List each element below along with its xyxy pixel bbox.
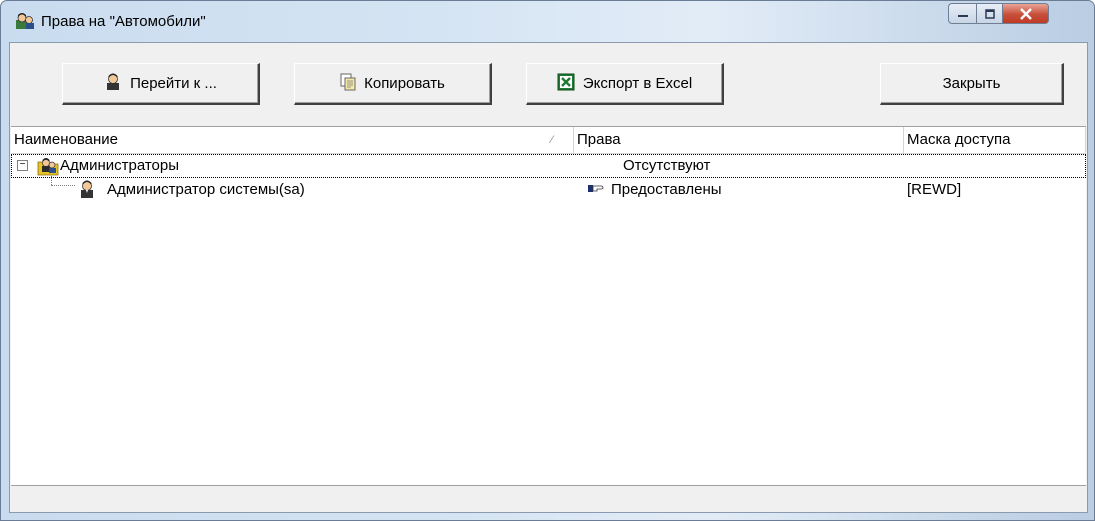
window-title: Права на "Автомобили" xyxy=(41,13,206,30)
row-name: Администратор системы(sa) xyxy=(107,181,305,198)
rights-table[interactable]: Наименование ⁄ Права Маска доступа − Адм… xyxy=(11,126,1086,485)
maximize-button[interactable] xyxy=(976,3,1003,24)
toolbar: Перейти к ... Копировать Экспорт в Excel… xyxy=(10,43,1087,125)
sort-indicator-icon: ⁄ xyxy=(551,134,553,146)
copy-button[interactable]: Копировать xyxy=(294,63,492,105)
maximize-icon xyxy=(977,4,1002,23)
close-button[interactable]: Закрыть xyxy=(880,63,1064,105)
dialog-body: Перейти к ... Копировать Экспорт в Excel… xyxy=(9,42,1088,513)
row-rights: Предоставлены xyxy=(611,181,722,198)
close-window-button[interactable] xyxy=(1003,3,1049,24)
goto-button-label: Перейти к ... xyxy=(130,75,217,92)
column-header-name-label: Наименование xyxy=(14,131,118,148)
table-header: Наименование ⁄ Права Маска доступа xyxy=(11,127,1086,154)
table-row-user[interactable]: Администратор системы(sa) Предоставлены … xyxy=(11,178,1086,202)
row-rights: Отсутствуют xyxy=(623,157,711,174)
title-bar[interactable]: Права на "Автомобили" xyxy=(1,1,1094,41)
hand-pointing-icon xyxy=(587,178,605,202)
user-icon xyxy=(78,180,96,204)
row-mask: [REWD] xyxy=(907,181,962,198)
excel-icon xyxy=(557,73,575,95)
dialog-window: Права на "Автомобили" Перейти к ... Копи… xyxy=(0,0,1095,521)
column-header-mask-label: Маска доступа xyxy=(907,131,1011,148)
minimize-icon xyxy=(949,4,976,23)
table-row-group[interactable]: − Администраторы Отсутствуют xyxy=(11,154,1086,178)
close-button-label: Закрыть xyxy=(942,75,1001,92)
users-icon xyxy=(15,12,35,30)
user-group-icon xyxy=(37,156,59,180)
minimize-button[interactable] xyxy=(948,3,976,24)
status-bar xyxy=(11,485,1086,512)
copy-button-label: Копировать xyxy=(364,75,445,92)
collapse-toggle[interactable]: − xyxy=(17,160,28,171)
export-excel-button-label: Экспорт в Excel xyxy=(582,75,693,92)
column-header-rights[interactable]: Права xyxy=(574,127,904,153)
export-excel-button[interactable]: Экспорт в Excel xyxy=(526,63,724,105)
user-icon xyxy=(104,73,122,95)
goto-button[interactable]: Перейти к ... xyxy=(62,63,260,105)
column-header-mask[interactable]: Маска доступа xyxy=(904,127,1086,153)
copy-document-icon xyxy=(340,73,356,95)
close-icon xyxy=(1003,4,1048,23)
column-header-name[interactable]: Наименование ⁄ xyxy=(11,127,574,153)
column-header-rights-label: Права xyxy=(577,131,621,148)
row-name: Администраторы xyxy=(60,157,180,174)
